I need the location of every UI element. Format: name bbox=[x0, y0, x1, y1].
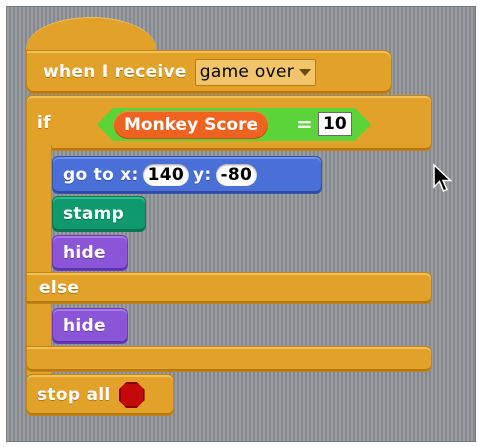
message-value: game over bbox=[199, 62, 295, 82]
when-i-receive-block[interactable]: when I receive game over bbox=[26, 50, 392, 94]
equals-sign: = bbox=[296, 112, 313, 136]
score-value-input[interactable]: 10 bbox=[318, 112, 352, 136]
y-label: y: bbox=[193, 165, 212, 185]
if-else-arm bbox=[26, 145, 52, 375]
y-value-input[interactable]: -80 bbox=[215, 164, 258, 186]
else-hide-label: hide bbox=[63, 316, 106, 336]
else-bar[interactable]: else bbox=[26, 272, 432, 304]
else-label: else bbox=[39, 278, 80, 298]
stamp-label: stamp bbox=[63, 204, 125, 224]
x-value-input[interactable]: 140 bbox=[142, 164, 190, 186]
stop-all-label: stop all bbox=[37, 385, 111, 405]
stamp-block[interactable]: stamp bbox=[52, 196, 146, 232]
mouse-pointer-icon bbox=[433, 163, 453, 192]
go-to-x-label: go to x: bbox=[63, 165, 139, 185]
stop-sign-icon bbox=[118, 382, 145, 408]
else-hide-block[interactable]: hide bbox=[52, 308, 128, 344]
if-label: if bbox=[37, 113, 51, 133]
chevron-down-icon[interactable] bbox=[299, 68, 312, 76]
monkey-score-variable[interactable]: Monkey Score bbox=[114, 111, 268, 139]
hide-label: hide bbox=[63, 243, 106, 263]
go-to-xy-block[interactable]: go to x: 140 y: -80 bbox=[52, 156, 322, 194]
stop-all-block[interactable]: stop all bbox=[26, 374, 174, 416]
if-else-block-bottom bbox=[26, 346, 432, 372]
message-dropdown[interactable]: game over bbox=[194, 58, 317, 86]
hide-block[interactable]: hide bbox=[52, 235, 128, 271]
when-i-receive-label: when I receive bbox=[43, 62, 187, 82]
